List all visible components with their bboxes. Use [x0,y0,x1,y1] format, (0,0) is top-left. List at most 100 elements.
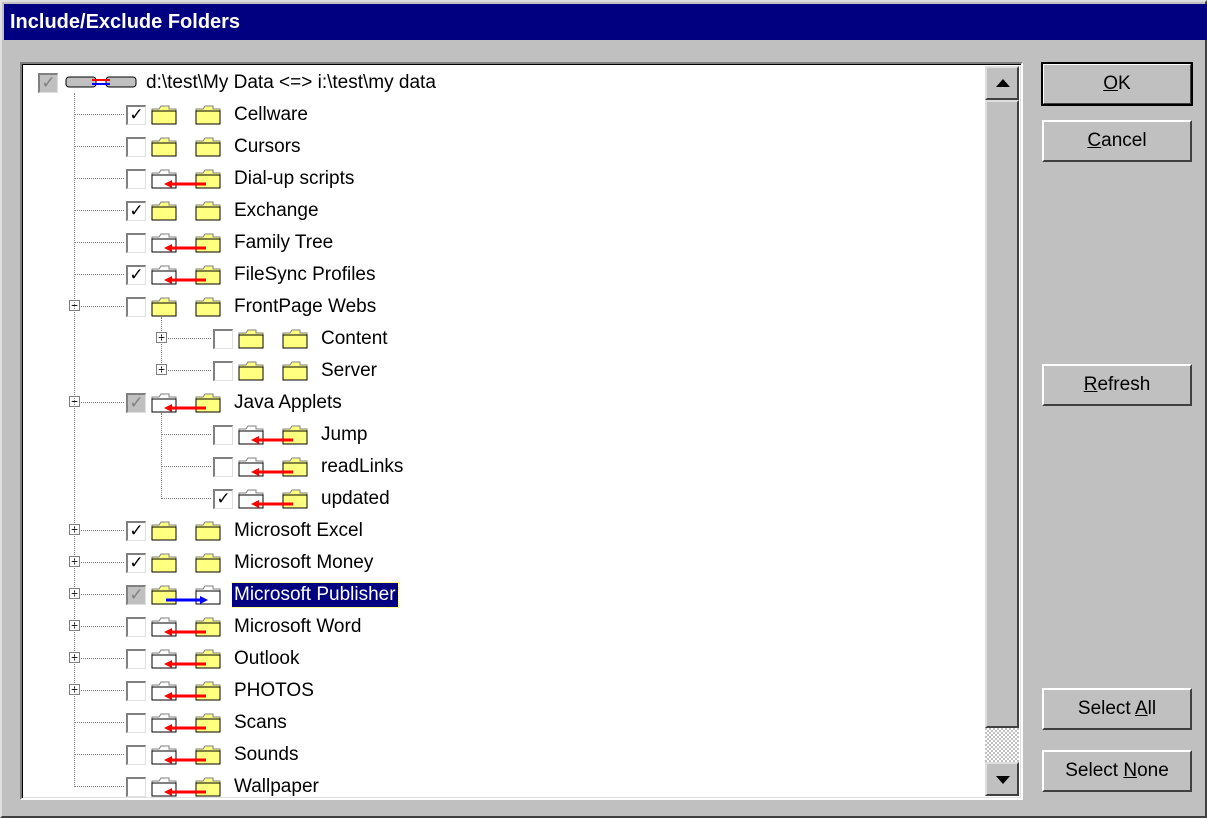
tree-item-label: Java Applets [234,392,342,413]
tree-item-label: Microsoft Publisher [231,582,399,608]
folder-checkbox[interactable] [126,777,146,797]
scroll-track[interactable] [985,728,1019,762]
refresh-button[interactable]: Refresh [1042,364,1192,406]
tree-connector [161,466,211,467]
folder-checkbox[interactable]: ✓ [126,105,146,125]
tree-item[interactable]: − FrontPage Webs [22,291,982,323]
tree-item[interactable]: Cursors [22,131,982,163]
tree-item-label: PHOTOS [234,680,314,701]
folder-checkbox[interactable] [213,329,233,349]
tree-item[interactable]: ✓ d:\test\My Data <=> i:\test\my data [22,67,982,99]
tree-item[interactable]: readLinks [22,451,982,483]
folder-checkbox[interactable]: ✓ [126,585,146,605]
tree-connector [161,370,211,371]
tree-item[interactable]: ✓ FileSync Profiles [22,259,982,291]
folder-checkbox[interactable] [126,681,146,701]
select-all-button[interactable]: Select All [1042,688,1192,730]
tree-item[interactable]: Family Tree [22,227,982,259]
left-to-right-sync-icon [150,582,230,608]
folder-checkbox[interactable] [126,169,146,189]
folder-checkbox[interactable]: ✓ [213,489,233,509]
tree-item-label: Content [321,328,388,349]
tree-connector [74,562,124,563]
tree-item[interactable]: + Server [22,355,982,387]
tree-item-label: Microsoft Excel [234,520,363,541]
both-sync-icon [150,294,230,320]
tree-item[interactable]: + Outlook [22,643,982,675]
scroll-down-arrow-icon [996,776,1010,784]
right-to-left-sync-icon [150,262,230,288]
tree-item-label: FileSync Profiles [234,264,376,285]
scroll-down-button[interactable] [985,762,1019,796]
tree-item-label: Microsoft Money [234,552,374,573]
both-sync-icon [150,518,230,544]
folder-checkbox[interactable]: ✓ [38,73,58,93]
dialog-window: Include/Exclude Folders ✓ d:\test\My Dat… [0,0,1207,818]
right-to-left-sync-icon [237,422,317,448]
tree-item[interactable]: ✓ Exchange [22,195,982,227]
folder-checkbox[interactable] [213,425,233,445]
folder-checkbox[interactable] [213,361,233,381]
scroll-thumb[interactable] [985,100,1019,728]
select-none-button[interactable]: Select None [1042,750,1192,792]
both-sync-icon [150,198,230,224]
both-sync-icon [237,358,317,384]
tree-item-label: Cursors [234,136,301,157]
folder-tree-panel[interactable]: ✓ d:\test\My Data <=> i:\test\my data ✓ C… [20,62,1023,800]
tree-item[interactable]: + ✓ Microsoft Money [22,547,982,579]
folder-checkbox[interactable] [213,457,233,477]
cancel-button[interactable]: Cancel [1042,120,1192,162]
tree-item[interactable]: Wallpaper [22,771,982,798]
folder-checkbox[interactable] [126,233,146,253]
tree-item[interactable]: + PHOTOS [22,675,982,707]
folder-checkbox[interactable]: ✓ [126,201,146,221]
tree-connector [74,402,124,403]
right-to-left-sync-icon [150,646,230,672]
folder-checkbox[interactable] [126,713,146,733]
both-sync-icon [237,326,317,352]
folder-checkbox[interactable] [126,745,146,765]
tree-item[interactable]: + Content [22,323,982,355]
tree-item[interactable]: Sounds [22,739,982,771]
tree-connector [74,146,124,147]
tree-item[interactable]: − ✓ Java Applets [22,387,982,419]
tree-item[interactable]: + ✓ Microsoft Excel [22,515,982,547]
scroll-up-button[interactable] [985,66,1019,100]
tree-item[interactable]: Jump [22,419,982,451]
tree-item-label: Microsoft Word [234,616,362,637]
tree-connector [74,114,124,115]
tree-item-label: Wallpaper [234,776,319,797]
ok-button[interactable]: OK [1041,62,1193,106]
both-sync-icon [150,550,230,576]
both-sync-icon [150,102,230,128]
tree-item-label: Jump [321,424,368,445]
folder-tree[interactable]: ✓ d:\test\My Data <=> i:\test\my data ✓ C… [22,64,986,798]
tree-item[interactable]: + Microsoft Word [22,611,982,643]
folder-checkbox[interactable]: ✓ [126,553,146,573]
folder-checkbox[interactable] [126,649,146,669]
vertical-scrollbar[interactable] [985,66,1019,796]
tree-item[interactable]: ✓ Cellware [22,99,982,131]
tree-item[interactable]: ✓ updated [22,483,982,515]
tree-connector [74,306,124,307]
tree-item-label: updated [321,488,390,509]
right-to-left-sync-icon [150,614,230,640]
tree-item-label: Sounds [234,744,299,765]
folder-checkbox[interactable] [126,617,146,637]
right-to-left-sync-icon [150,390,230,416]
folder-checkbox[interactable]: ✓ [126,521,146,541]
title-bar: Include/Exclude Folders [4,4,1207,40]
tree-connector [74,626,124,627]
tree-item-label: Dial-up scripts [234,168,355,189]
tree-guide-line [74,93,75,787]
tree-connector [74,658,124,659]
folder-checkbox[interactable] [126,137,146,157]
tree-connector [161,498,211,499]
folder-checkbox[interactable]: ✓ [126,265,146,285]
tree-item[interactable]: + ✓ Microsoft Publisher [22,579,982,611]
folder-checkbox[interactable]: ✓ [126,393,146,413]
tree-item[interactable]: Dial-up scripts [22,163,982,195]
tree-item[interactable]: Scans [22,707,982,739]
folder-checkbox[interactable] [126,297,146,317]
tree-connector [74,594,124,595]
